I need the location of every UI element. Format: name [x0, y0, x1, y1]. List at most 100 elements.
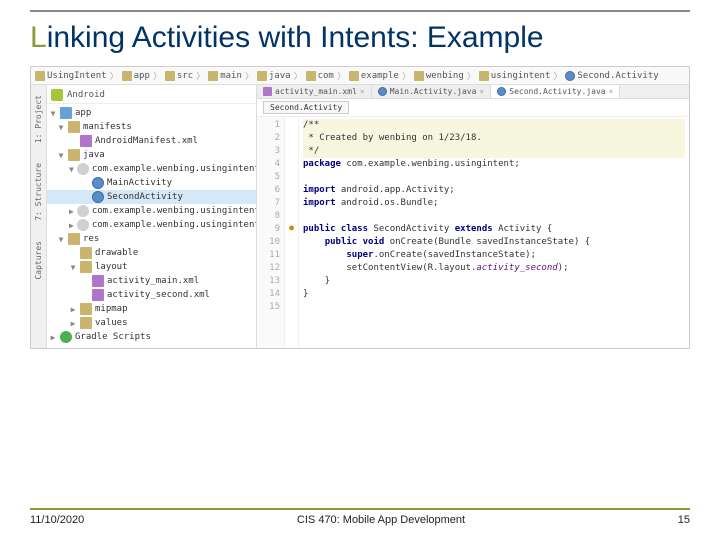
code-line[interactable]: [303, 210, 685, 223]
tree-node-label: AndroidManifest.xml: [95, 136, 198, 146]
breadcrumb-sep: 〉: [552, 69, 563, 82]
breadcrumb-item[interactable]: example: [349, 71, 399, 81]
code-line[interactable]: public class SecondActivity extends Acti…: [303, 223, 685, 236]
code-line[interactable]: */: [303, 145, 685, 158]
code-line[interactable]: }: [303, 275, 685, 288]
pkg-icon: [77, 205, 89, 217]
tree-node-label: activity_main.xml: [107, 276, 199, 286]
expand-arrow-icon[interactable]: ▶: [69, 207, 74, 216]
code-line[interactable]: public void onCreate(Bundle savedInstanc…: [303, 236, 685, 249]
breadcrumb-sep: 〉: [293, 69, 304, 82]
expand-arrow-icon[interactable]: ▼: [57, 123, 65, 132]
tree-node[interactable]: ▼ layout: [47, 260, 256, 274]
expand-arrow-icon[interactable]: ▶: [49, 333, 57, 342]
footer-course: CIS 470: Mobile App Development: [297, 514, 465, 526]
tree-node-label: SecondActivity: [107, 192, 183, 202]
tool-tab[interactable]: Captures: [34, 241, 43, 280]
folder-icon: [68, 121, 80, 133]
code-editor[interactable]: /** * Created by wenbing on 1/23/18. */p…: [299, 117, 689, 348]
tree-node[interactable]: ▶ values: [47, 316, 256, 330]
expand-arrow-icon[interactable]: ▼: [49, 109, 57, 118]
pkg-icon: [77, 219, 89, 231]
expand-arrow-icon[interactable]: ▼: [57, 151, 65, 160]
code-line[interactable]: * Created by wenbing on 1/23/18.: [303, 132, 685, 145]
expand-arrow-icon[interactable]: ▼: [69, 263, 77, 272]
breadcrumb-sep: 〉: [152, 69, 163, 82]
tree-node[interactable]: activity_second.xml: [47, 288, 256, 302]
tree-node[interactable]: drawable: [47, 246, 256, 260]
breadcrumb-item[interactable]: wenbing: [414, 71, 464, 81]
code-line[interactable]: package com.example.wenbing.usingintent;: [303, 158, 685, 171]
editor-area: activity_main.xml×Main.Activity.java×Sec…: [257, 85, 689, 348]
folder-icon: [80, 261, 92, 273]
folder-icon: [35, 71, 45, 81]
tree-node-label: values: [95, 318, 128, 328]
class-icon: [92, 191, 104, 203]
expand-arrow-icon[interactable]: ▶: [69, 305, 77, 314]
editor-tab[interactable]: activity_main.xml×: [257, 85, 372, 98]
breadcrumb-item[interactable]: usingintent: [479, 71, 551, 81]
tree-header-label: Android: [67, 90, 105, 100]
code-line[interactable]: [303, 171, 685, 184]
android-icon: [51, 89, 63, 101]
tree-node[interactable]: AndroidManifest.xml: [47, 134, 256, 148]
breadcrumb-item[interactable]: java: [257, 71, 291, 81]
close-icon[interactable]: ×: [609, 87, 614, 96]
close-icon[interactable]: ×: [360, 87, 365, 96]
xml-icon: [92, 289, 104, 301]
editor-tab[interactable]: Main.Activity.java×: [372, 85, 492, 98]
code-line[interactable]: import android.os.Bundle;: [303, 197, 685, 210]
tree-node[interactable]: ▼res: [47, 232, 256, 246]
tree-header[interactable]: Android: [47, 87, 256, 104]
code-line[interactable]: [303, 301, 685, 314]
close-icon[interactable]: ×: [479, 87, 484, 96]
breadcrumb-item[interactable]: UsingIntent: [35, 71, 107, 81]
folder-icon: [80, 303, 92, 315]
code-line[interactable]: }: [303, 288, 685, 301]
breadcrumb-item[interactable]: Second.Activity: [565, 71, 658, 81]
expand-arrow-icon[interactable]: ▼: [69, 165, 74, 174]
editor-tabs: activity_main.xml×Main.Activity.java×Sec…: [257, 85, 689, 99]
tree-node[interactable]: ▶com.example.wenbing.usingintent (andro: [47, 204, 256, 218]
breadcrumb-sep: 〉: [401, 69, 412, 82]
tree-node[interactable]: ▼ java: [47, 148, 256, 162]
tree-node-label: java: [83, 150, 105, 160]
tree-node[interactable]: ▶mipmap: [47, 302, 256, 316]
tree-node[interactable]: ▼manifests: [47, 120, 256, 134]
gradle-icon: [60, 331, 72, 343]
editor-crumb-item[interactable]: Second.Activity: [263, 101, 349, 114]
tree-node-label: com.example.wenbing.usingintent: [92, 164, 256, 174]
tree-node[interactable]: MainActivity: [47, 176, 256, 190]
folder-icon: [349, 71, 359, 81]
expand-arrow-icon[interactable]: ▼: [57, 235, 65, 244]
slide-title: Linking Activities with Intents: Example: [30, 20, 690, 56]
file-icon: [497, 87, 506, 96]
tool-tab[interactable]: 7: Structure: [34, 163, 43, 221]
breadcrumb-item[interactable]: src: [165, 71, 193, 81]
code-line[interactable]: /**: [303, 119, 685, 132]
line-gutter: 123456789101112131415: [257, 117, 285, 348]
folder-icon: [414, 71, 424, 81]
breadcrumb-item[interactable]: app: [122, 71, 150, 81]
folder-icon: [122, 71, 132, 81]
folder-icon: [208, 71, 218, 81]
tree-node[interactable]: activity_main.xml: [47, 274, 256, 288]
expand-arrow-icon[interactable]: ▶: [69, 319, 77, 328]
tool-tab[interactable]: 1: Project: [34, 95, 43, 143]
tree-node-label: layout: [95, 262, 128, 272]
tree-node[interactable]: ▶Gradle Scripts: [47, 330, 256, 344]
code-line[interactable]: setContentView(R.layout.activity_second)…: [303, 262, 685, 275]
expand-arrow-icon[interactable]: ▶: [69, 221, 74, 230]
tree-node[interactable]: SecondActivity: [47, 190, 256, 204]
tree-node[interactable]: ▼ com.example.wenbing.usingintent: [47, 162, 256, 176]
code-line[interactable]: super.onCreate(savedInstanceState);: [303, 249, 685, 262]
editor-tab[interactable]: Second.Activity.java×: [491, 85, 620, 98]
tree-node[interactable]: ▼app: [47, 106, 256, 120]
tree-node-label: drawable: [95, 248, 138, 258]
breadcrumb-item[interactable]: main: [208, 71, 242, 81]
tree-node[interactable]: ▶com.example.wenbing.usingintent (test): [47, 218, 256, 232]
breadcrumb-item[interactable]: com: [306, 71, 334, 81]
breadcrumb-sep: 〉: [195, 69, 206, 82]
code-line[interactable]: import android.app.Activity;: [303, 184, 685, 197]
xml-icon: [92, 275, 104, 287]
